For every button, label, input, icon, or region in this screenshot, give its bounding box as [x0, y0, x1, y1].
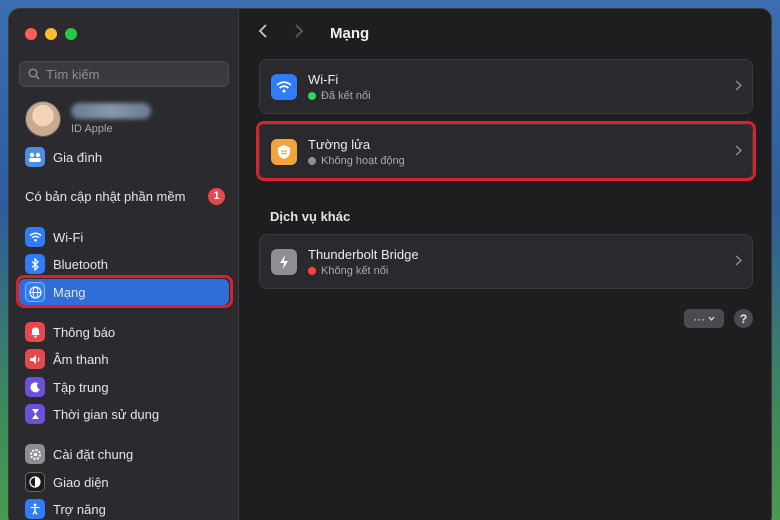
firewall-row[interactable]: Tường lửa Không hoạt động: [259, 124, 753, 179]
sidebar-item-general[interactable]: Cài đặt chung: [19, 441, 229, 467]
sidebar-item-label: Thông báo: [53, 324, 116, 340]
firewall-status: Không hoạt động: [321, 155, 405, 167]
profile-name-redacted: [71, 103, 151, 119]
search-icon: [28, 68, 40, 80]
wifi-title: Wi-Fi: [308, 72, 339, 87]
sidebar-item-label: Wi-Fi: [53, 229, 84, 245]
forward-button[interactable]: [294, 23, 308, 44]
firewall-title: Tường lửa: [308, 137, 371, 152]
content-pane: Mạng Wi-Fi Đã kết nối Tường lửa Không ho…: [240, 9, 771, 520]
sidebar-item-label: Cài đặt chung: [53, 446, 134, 462]
sidebar-item-wifi[interactable]: Wi-Fi: [19, 224, 229, 250]
sidebar: ID Apple Gia đình Có bản cập nhật phần m…: [9, 9, 239, 520]
sidebar-item-label: Bluetooth: [53, 256, 108, 272]
sidebar-item-network[interactable]: Mạng: [19, 279, 229, 305]
status-dot-inactive: [308, 157, 316, 165]
chevron-left-icon: [258, 23, 267, 38]
sidebar-item-label: Âm thanh: [53, 351, 109, 367]
sidebar-item-notifications[interactable]: Thông báo: [19, 319, 229, 345]
apple-id-profile[interactable]: ID Apple: [25, 101, 151, 137]
minimize-window-button[interactable]: [45, 28, 57, 40]
chevron-right-icon: [735, 143, 743, 159]
avatar: [25, 101, 61, 137]
other-services-heading: Dịch vụ khác: [270, 209, 351, 224]
thunderbolt-icon: [271, 249, 297, 275]
search-field[interactable]: [19, 61, 229, 87]
toolbar: Mạng: [258, 21, 369, 45]
speaker-icon: [25, 349, 45, 369]
status-dot-connected: [308, 92, 316, 100]
sidebar-item-label: Gia đình: [53, 149, 103, 165]
page-title: Mạng: [330, 24, 370, 42]
more-actions-label: ···: [693, 311, 705, 326]
sidebar-item-sound[interactable]: Âm thanh: [19, 346, 229, 372]
settings-window: ID Apple Gia đình Có bản cập nhật phần m…: [8, 8, 772, 520]
chevron-down-icon: [708, 316, 715, 321]
sidebar-item-label: Mạng: [53, 284, 86, 300]
sidebar-item-label: Giao diện: [53, 474, 109, 490]
sidebar-item-focus[interactable]: Tập trung: [19, 374, 229, 400]
wifi-row[interactable]: Wi-Fi Đã kết nối: [259, 59, 753, 114]
wifi-status: Đã kết nối: [321, 90, 371, 102]
sidebar-item-appearance[interactable]: Giao diện: [19, 469, 229, 495]
chevron-right-icon: [735, 253, 743, 269]
hourglass-icon: [25, 404, 45, 424]
help-button[interactable]: ?: [734, 309, 753, 328]
profile-subtitle: ID Apple: [71, 123, 113, 135]
chevron-right-icon: [295, 23, 304, 38]
close-window-button[interactable]: [25, 28, 37, 40]
accessibility-icon: [25, 499, 45, 519]
sidebar-item-label: Thời gian sử dụng: [53, 406, 160, 422]
thunderbolt-title: Thunderbolt Bridge: [308, 247, 419, 262]
wifi-icon: [25, 227, 45, 247]
status-dot-disconnected: [308, 267, 316, 275]
thunderbolt-status: Không kết nối: [321, 265, 389, 277]
appearance-icon: [25, 472, 45, 492]
sidebar-item-label: Trợ năng: [53, 501, 106, 517]
more-actions-button[interactable]: ···: [684, 309, 724, 328]
back-button[interactable]: [258, 23, 272, 44]
firewall-shield-icon: [271, 139, 297, 165]
sidebar-item-label: Tập trung: [53, 379, 109, 395]
moon-icon: [25, 377, 45, 397]
thunderbolt-bridge-row[interactable]: Thunderbolt Bridge Không kết nối: [259, 234, 753, 289]
window-controls: [25, 28, 77, 40]
update-count-badge: 1: [208, 187, 225, 205]
globe-icon: [25, 282, 45, 302]
family-icon: [25, 147, 45, 167]
zoom-window-button[interactable]: [65, 28, 77, 40]
search-input[interactable]: [46, 66, 216, 82]
sidebar-item-family[interactable]: Gia đình: [19, 144, 229, 170]
software-update-notice[interactable]: Có bản cập nhật phần mềm 1: [25, 185, 225, 207]
bell-icon: [25, 322, 45, 342]
wifi-icon: [271, 74, 297, 100]
software-update-label: Có bản cập nhật phần mềm: [25, 188, 186, 204]
sidebar-item-bluetooth[interactable]: Bluetooth: [19, 251, 229, 277]
sidebar-item-screen-time[interactable]: Thời gian sử dụng: [19, 401, 229, 427]
gear-icon: [25, 444, 45, 464]
bluetooth-icon: [25, 254, 45, 274]
chevron-right-icon: [735, 78, 743, 94]
sidebar-item-accessibility[interactable]: Trợ năng: [19, 496, 229, 520]
